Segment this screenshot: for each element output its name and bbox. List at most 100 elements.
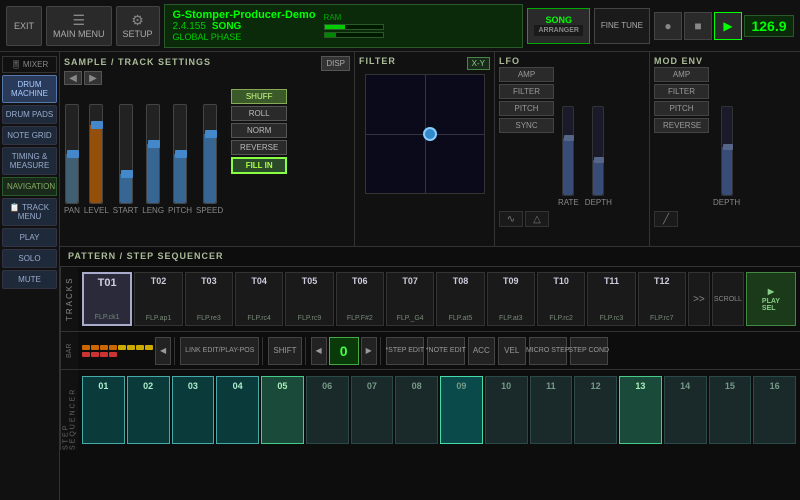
sidebar-item-track-menu[interactable]: 📋 TRACK MENU bbox=[2, 198, 57, 226]
start-slider[interactable] bbox=[119, 104, 133, 204]
top-modules: SAMPLE / TRACK SETTINGS DISP ◀ ▶ bbox=[60, 52, 800, 247]
track-cell-t01[interactable]: T01 FLP.ck1 bbox=[82, 272, 132, 326]
filter-section: FILTER X-Y bbox=[355, 52, 495, 246]
nav-left-button[interactable]: ◀ bbox=[64, 71, 82, 85]
level-slider[interactable] bbox=[89, 104, 103, 204]
lfo-shape-sine[interactable]: ∿ bbox=[499, 211, 523, 227]
acc-button[interactable]: ACC bbox=[468, 337, 495, 365]
track-cell-t08[interactable]: T08 FLP.at5 bbox=[436, 272, 484, 326]
step-pad-13[interactable]: 13 bbox=[619, 376, 662, 444]
track-cell-t03[interactable]: T03 FLP.re3 bbox=[185, 272, 233, 326]
play-button[interactable]: ▶ bbox=[714, 12, 742, 40]
record-button[interactable]: ● bbox=[654, 12, 682, 40]
norm-button[interactable]: NORM bbox=[231, 123, 287, 138]
step-pad-03[interactable]: 03 bbox=[172, 376, 215, 444]
sidebar-item-solo[interactable]: SOLO bbox=[2, 249, 57, 268]
step-pad-09[interactable]: 09 bbox=[440, 376, 483, 444]
sidebar-item-timing[interactable]: TIMING & MEASURE bbox=[2, 147, 57, 175]
xy-button[interactable]: X-Y bbox=[467, 57, 490, 70]
mod-env-shape-btn[interactable]: ╱ bbox=[654, 211, 678, 227]
fillin-button[interactable]: FILL IN bbox=[231, 157, 287, 174]
step-pad-15[interactable]: 15 bbox=[709, 376, 752, 444]
sidebar-item-mixer[interactable]: 🎚 MIXER bbox=[2, 56, 57, 73]
setup-button[interactable]: ⚙ SETUP bbox=[116, 6, 160, 46]
sidebar-item-mute[interactable]: MUTE bbox=[2, 270, 57, 289]
step-pad-05[interactable]: 05 bbox=[261, 376, 304, 444]
roll-button[interactable]: ROLL bbox=[231, 106, 287, 121]
track-num: T06 bbox=[352, 276, 368, 286]
pitch-slider[interactable] bbox=[173, 104, 187, 204]
reverse-button[interactable]: REVERSE bbox=[231, 140, 287, 155]
track-cell-t09[interactable]: T09 FLP.at3 bbox=[487, 272, 535, 326]
shift-button[interactable]: SHIFT bbox=[268, 337, 301, 365]
stop-button[interactable]: ■ bbox=[684, 12, 712, 40]
tracks-chevron-button[interactable]: >> bbox=[688, 272, 710, 326]
step-pad-02[interactable]: 02 bbox=[127, 376, 170, 444]
bar-left-button[interactable]: ◀ bbox=[155, 337, 171, 365]
micro-step-button[interactable]: MICRO STEP bbox=[529, 337, 567, 365]
sidebar-item-drum-machine[interactable]: DRUM MACHINE bbox=[2, 75, 57, 103]
mod-env-amp-button[interactable]: AMP bbox=[654, 67, 709, 82]
pos-right-button[interactable]: ▶ bbox=[361, 337, 377, 365]
vel-button[interactable]: VEL bbox=[498, 337, 526, 365]
lfo-depth-slider[interactable] bbox=[592, 106, 604, 196]
step-edit-button[interactable]: *STEP EDIT bbox=[386, 337, 424, 365]
mod-env-depth-slider[interactable] bbox=[721, 106, 733, 196]
track-cell-t05[interactable]: T05 FLP.rc9 bbox=[285, 272, 333, 326]
pos-left-button[interactable]: ◀ bbox=[311, 337, 327, 365]
track-cell-t06[interactable]: T06 FLP.F#2 bbox=[336, 272, 384, 326]
mod-env-pitch-button[interactable]: PITCH bbox=[654, 101, 709, 116]
pan-slider[interactable] bbox=[65, 104, 79, 204]
drum-machine-label: DRUM MACHINE bbox=[11, 80, 48, 98]
sidebar-item-navigation[interactable]: NAVIGATION bbox=[2, 177, 57, 196]
disp-button[interactable]: DISP bbox=[321, 56, 350, 71]
track-cell-t10[interactable]: T10 FLP.rc2 bbox=[537, 272, 585, 326]
sidebar-item-drum-pads[interactable]: DRUM PADS bbox=[2, 105, 57, 124]
link-edit-button[interactable]: LINK EDIT/PLAY-POS bbox=[180, 337, 259, 365]
track-cell-t02[interactable]: T02 FLP.ap1 bbox=[134, 272, 182, 326]
step-pad-07[interactable]: 07 bbox=[351, 376, 394, 444]
step-pad-12[interactable]: 12 bbox=[574, 376, 617, 444]
sidebar-item-note-grid[interactable]: NOTE GRID bbox=[2, 126, 57, 145]
scroll-button[interactable]: SCROLL bbox=[712, 272, 744, 326]
step-pad-16[interactable]: 16 bbox=[753, 376, 796, 444]
sidebar-item-play[interactable]: PLAY bbox=[2, 228, 57, 247]
filter-pad[interactable] bbox=[365, 74, 485, 194]
step-pad-10[interactable]: 10 bbox=[485, 376, 528, 444]
bar-dots-row-2 bbox=[82, 352, 153, 357]
speed-slider[interactable] bbox=[203, 104, 217, 204]
note-edit-button[interactable]: *NOTE EDIT bbox=[427, 337, 465, 365]
step-num: 06 bbox=[322, 381, 332, 391]
shuff-button[interactable]: SHUFF bbox=[231, 89, 287, 104]
step-pad-04[interactable]: 04 bbox=[216, 376, 259, 444]
track-cell-t07[interactable]: T07 FLP._G4 bbox=[386, 272, 434, 326]
mod-env-filter-button[interactable]: FILTER bbox=[654, 84, 709, 99]
lfo-pitch-button[interactable]: PITCH bbox=[499, 101, 554, 116]
step-pad-11[interactable]: 11 bbox=[530, 376, 573, 444]
lfo-filter-button[interactable]: FILTER bbox=[499, 84, 554, 99]
leng-slider[interactable] bbox=[146, 104, 160, 204]
play-sel-button[interactable]: ▶PLAYSEL bbox=[746, 272, 796, 326]
track-name: FLP.ck1 bbox=[85, 314, 129, 321]
fine-tune-button[interactable]: FINE TUNE bbox=[594, 8, 650, 44]
lfo-shape-triangle[interactable]: △ bbox=[525, 211, 549, 227]
track-cell-t04[interactable]: T04 FLP.rc4 bbox=[235, 272, 283, 326]
step-pad-14[interactable]: 14 bbox=[664, 376, 707, 444]
song-button[interactable]: SONG ARRANGER bbox=[527, 8, 589, 44]
exit-button[interactable]: EXIT bbox=[6, 6, 42, 46]
lfo-rate-slider[interactable] bbox=[562, 106, 574, 196]
step-cond-button[interactable]: STEP COND bbox=[570, 337, 608, 365]
track-cell-t12[interactable]: T12 FLP.rc7 bbox=[638, 272, 686, 326]
lfo-depth-label: DEPTH bbox=[585, 198, 612, 207]
main-menu-button[interactable]: ☰ MAIN MENU bbox=[46, 6, 112, 46]
step-pad-08[interactable]: 08 bbox=[395, 376, 438, 444]
track-cell-t11[interactable]: T11 FLP.rc3 bbox=[587, 272, 635, 326]
mod-env-reverse-button[interactable]: REVERSE bbox=[654, 118, 709, 133]
left-sidebar: 🎚 MIXER DRUM MACHINE DRUM PADS NOTE GRID… bbox=[0, 52, 60, 500]
lfo-rate-col: RATE bbox=[558, 106, 579, 207]
lfo-amp-button[interactable]: AMP bbox=[499, 67, 554, 82]
nav-right-button[interactable]: ▶ bbox=[84, 71, 102, 85]
step-pad-01[interactable]: 01 bbox=[82, 376, 125, 444]
step-pad-06[interactable]: 06 bbox=[306, 376, 349, 444]
lfo-sync-button[interactable]: SYNC bbox=[499, 118, 554, 133]
